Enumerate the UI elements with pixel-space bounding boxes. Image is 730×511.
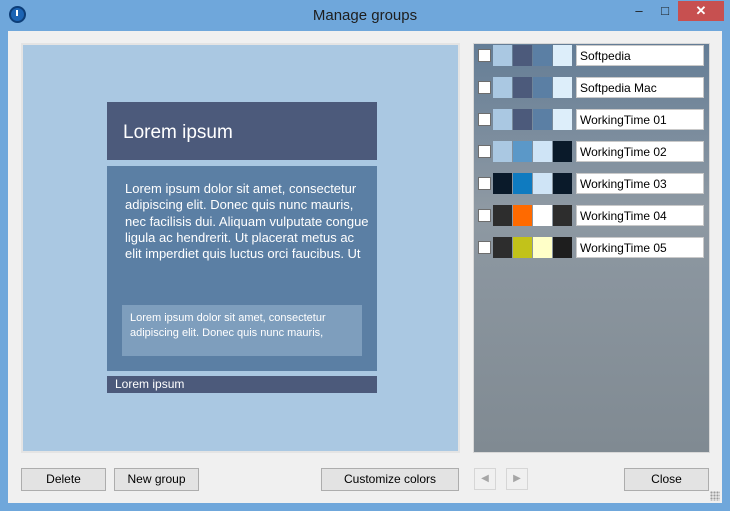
group-row[interactable]: Softpedia Mac bbox=[474, 76, 711, 100]
group-row[interactable]: WorkingTime 05 bbox=[474, 236, 711, 260]
preview-body-block: Lorem ipsum dolor sit amet, consectetur … bbox=[107, 166, 377, 371]
color-swatch[interactable] bbox=[493, 77, 512, 98]
color-swatch[interactable] bbox=[533, 237, 552, 258]
group-checkbox[interactable] bbox=[478, 177, 491, 190]
color-swatch[interactable] bbox=[553, 205, 572, 226]
preview-inner-block: Lorem ipsum dolor sit amet, consectetur … bbox=[122, 305, 362, 356]
group-checkbox[interactable] bbox=[478, 241, 491, 254]
color-swatch[interactable] bbox=[493, 205, 512, 226]
preview-heading-text: Lorem ipsum bbox=[123, 122, 233, 143]
color-swatch[interactable] bbox=[513, 77, 532, 98]
color-swatch[interactable] bbox=[533, 173, 552, 194]
triangle-right-icon[interactable]: ▶ bbox=[506, 468, 528, 490]
color-swatch[interactable] bbox=[513, 205, 532, 226]
group-checkbox[interactable] bbox=[478, 49, 491, 62]
group-row[interactable]: Softpedia bbox=[474, 44, 711, 68]
window-title: Manage groups bbox=[312, 7, 418, 24]
preview-inner-text: Lorem ipsum dolor sit amet, consectetur … bbox=[130, 312, 326, 339]
color-swatch[interactable] bbox=[533, 205, 552, 226]
preview-body-text: Lorem ipsum dolor sit amet, consectetur … bbox=[125, 181, 369, 262]
color-swatch[interactable] bbox=[553, 141, 572, 162]
color-swatch[interactable] bbox=[553, 109, 572, 130]
minimize-button[interactable]: – bbox=[626, 1, 652, 21]
group-checkbox[interactable] bbox=[478, 209, 491, 222]
group-name-field[interactable]: WorkingTime 05 bbox=[576, 237, 704, 258]
group-name-field[interactable]: Softpedia Mac bbox=[576, 77, 704, 98]
manage-groups-window: Manage groups – □ ✕ Lorem ipsum Lorem ip… bbox=[0, 0, 730, 511]
new-group-button[interactable]: New group bbox=[114, 468, 199, 491]
resize-grip-icon[interactable] bbox=[710, 491, 720, 501]
preview-heading-block: Lorem ipsum bbox=[107, 102, 377, 160]
color-swatch[interactable] bbox=[493, 45, 512, 66]
color-swatch[interactable] bbox=[513, 237, 532, 258]
group-row[interactable]: WorkingTime 03 bbox=[474, 172, 711, 196]
color-swatch[interactable] bbox=[553, 237, 572, 258]
color-swatch[interactable] bbox=[493, 173, 512, 194]
preview-footer-block: Lorem ipsum bbox=[107, 376, 377, 393]
color-swatch[interactable] bbox=[513, 141, 532, 162]
group-checkbox[interactable] bbox=[478, 81, 491, 94]
color-preview-panel: Lorem ipsum Lorem ipsum dolor sit amet, … bbox=[21, 43, 460, 453]
group-row[interactable]: WorkingTime 01 bbox=[474, 108, 711, 132]
group-name-field[interactable]: WorkingTime 02 bbox=[576, 141, 704, 162]
delete-button[interactable]: Delete bbox=[21, 468, 106, 491]
groups-list[interactable]: Softpedia Softpedia Mac WorkingTime 01 Work… bbox=[473, 43, 710, 453]
group-name-field[interactable]: WorkingTime 04 bbox=[576, 205, 704, 226]
color-swatch[interactable] bbox=[493, 237, 512, 258]
group-name-field[interactable]: WorkingTime 03 bbox=[576, 173, 704, 194]
group-name-field[interactable]: Softpedia bbox=[576, 45, 704, 66]
close-button[interactable]: Close bbox=[624, 468, 709, 491]
color-swatch[interactable] bbox=[493, 141, 512, 162]
customize-colors-button[interactable]: Customize colors bbox=[321, 468, 459, 491]
title-bar[interactable]: Manage groups – □ ✕ bbox=[0, 0, 730, 31]
color-swatch[interactable] bbox=[513, 173, 532, 194]
color-swatch[interactable] bbox=[553, 77, 572, 98]
group-row[interactable]: WorkingTime 04 bbox=[474, 204, 711, 228]
close-window-button[interactable]: ✕ bbox=[678, 1, 724, 21]
color-swatch[interactable] bbox=[493, 109, 512, 130]
group-checkbox[interactable] bbox=[478, 145, 491, 158]
color-swatch[interactable] bbox=[533, 77, 552, 98]
group-checkbox[interactable] bbox=[478, 113, 491, 126]
group-name-field[interactable]: WorkingTime 01 bbox=[576, 109, 704, 130]
color-swatch[interactable] bbox=[553, 45, 572, 66]
preview-footer-text: Lorem ipsum bbox=[115, 377, 185, 391]
color-swatch[interactable] bbox=[533, 109, 552, 130]
color-swatch[interactable] bbox=[533, 141, 552, 162]
maximize-button[interactable]: □ bbox=[652, 1, 678, 21]
dialog-client-area: Lorem ipsum Lorem ipsum dolor sit amet, … bbox=[8, 31, 722, 503]
color-swatch[interactable] bbox=[533, 45, 552, 66]
group-row[interactable]: WorkingTime 02 bbox=[474, 140, 711, 164]
color-swatch[interactable] bbox=[513, 109, 532, 130]
color-swatch[interactable] bbox=[513, 45, 532, 66]
color-swatch[interactable] bbox=[553, 173, 572, 194]
triangle-left-icon[interactable]: ◀ bbox=[474, 468, 496, 490]
